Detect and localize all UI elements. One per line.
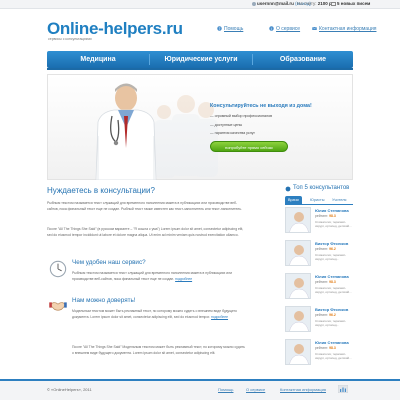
consultant-rating: рейтинг: 98.3 [315, 280, 336, 284]
tab-teachers[interactable]: Учителя [329, 196, 349, 204]
consultant-rating: рейтинг: 96.2 [315, 247, 336, 251]
more-link[interactable]: подробнее [175, 277, 192, 281]
handshake-icon [49, 302, 67, 311]
consultant-rating: рейтинг: 98.3 [315, 346, 336, 350]
sidebar-tab-underline [285, 204, 353, 205]
header-link-about[interactable]: iО сервисе [269, 26, 300, 32]
avatar [285, 240, 311, 266]
info-icon: i [269, 26, 274, 31]
mail-icon [312, 26, 317, 30]
hero-title: Консультируйтесь не выходя из дома! [210, 103, 312, 109]
clock-icon [49, 260, 67, 278]
more-link[interactable]: подробнее [211, 315, 228, 319]
section-text-convenience: Рыбным текстом называется текст служащий… [72, 271, 233, 281]
avatar [285, 273, 311, 299]
avatar [285, 207, 311, 233]
consultant-card[interactable]: Виктор Фесюков рейтинг: 96.2 Стоматолог,… [285, 240, 353, 270]
nav-tab-medicine[interactable]: Медицина [47, 51, 149, 68]
avatar [285, 339, 311, 365]
consultant-card[interactable]: Виктор Фесюков рейтинг: 96.2 Стоматолог,… [285, 306, 353, 336]
header-link-contacts[interactable]: Контактная информация [312, 26, 376, 32]
site-logo[interactable]: Online-helpers.ru [47, 19, 183, 39]
consultant-name[interactable]: Виктор Фесюков [315, 241, 348, 246]
bullet-icon [285, 186, 291, 192]
avatar [285, 306, 311, 332]
main-nav: Медицина Юридические услуги Образование [47, 51, 353, 68]
footer-link-contacts[interactable]: Контактная информация [280, 387, 326, 392]
secondary-paragraph: После "All The Things She Said" (в русск… [47, 227, 244, 237]
copyright: © «OnlineHelpers», 2011 [47, 387, 92, 392]
try-now-button[interactable]: попробуйте прямо сейчас [210, 141, 288, 152]
consultant-desc: Стоматолог, терапевт-хирург, ортопед, де… [315, 286, 352, 294]
svg-text:?: ? [219, 27, 221, 31]
tab-lawyers[interactable]: Юристы [307, 196, 327, 204]
hero-bullets: — огромный выбор профессионалов — доступ… [210, 112, 272, 138]
tab-doctors[interactable]: Врачи [285, 196, 302, 204]
consultant-desc: Стоматолог, терапевт-хирург, ортопед... [315, 319, 347, 327]
consultant-name[interactable]: Юлия Степанова [315, 208, 349, 213]
section-text-trust: Модельным текстом может быть рекламный т… [72, 309, 237, 319]
section-title-convenience: Чем удобен наш сервис? [72, 259, 146, 266]
counter-icon [338, 385, 348, 393]
envelope-icon [331, 2, 336, 6]
section-title-trust: Нам можно доверять! [72, 297, 136, 304]
header-link-help[interactable]: ? Помощь [217, 26, 243, 32]
balance: На счету: 2100 р [297, 1, 332, 6]
nav-tab-education[interactable]: Образование [253, 51, 353, 68]
intro-paragraph: Рыбным текстом называется текст служащий… [47, 201, 242, 211]
consultant-rating: рейтинг: 96.2 [315, 313, 336, 317]
consultant-name[interactable]: Юлия Степанова [315, 340, 349, 345]
nav-underline [47, 68, 353, 70]
consultant-desc: Стоматолог, терапевт-хирург, ортопед, де… [315, 220, 352, 228]
hero-bullet: — гарантия качества услуг [210, 131, 255, 135]
user-icon [252, 1, 256, 6]
help-icon: ? [217, 26, 222, 31]
svg-text:i: i [271, 27, 272, 31]
consultant-desc: Стоматолог, терапевт-хирург, ортопед... [315, 253, 347, 261]
doctors-illustration [95, 83, 218, 180]
hero-bullet: — доступные цены [210, 122, 243, 127]
footer-link-help[interactable]: Помощь [218, 387, 233, 392]
consultant-desc: Стоматолог, терапевт-хирург, ортопед, де… [315, 352, 352, 360]
closing-paragraph: После "All The Things She Said" Модельны… [72, 345, 245, 355]
hero-bullet: — огромный выбор профессионалов [210, 114, 273, 118]
consultant-card[interactable]: Юлия Степанова рейтинг: 98.3 Стоматолог,… [285, 339, 353, 369]
consultant-name[interactable]: Юлия Степанова [315, 274, 349, 279]
top-bar: usernnn@mail.ru (выход) На счету: 2100 р… [0, 0, 400, 9]
consultant-card[interactable]: Юлия Степанова рейтинг: 98.3 Стоматолог,… [285, 207, 353, 237]
consultant-card[interactable]: Юлия Степанова рейтинг: 98.3 Стоматолог,… [285, 273, 353, 303]
page-title: Нуждаетесь в консультации? [47, 186, 155, 195]
nav-tab-legal[interactable]: Юридические услуги [150, 51, 252, 68]
sidebar-title: Топ 5 консультантов [293, 185, 350, 191]
consultant-rating: рейтинг: 98.3 [315, 214, 336, 218]
hero-banner [47, 74, 353, 180]
footer-link-about[interactable]: О сервисе [246, 387, 265, 392]
sidebar-tabs: Врачи Юристы Учителя [285, 196, 353, 204]
messages-count[interactable]: 5 новых писем [331, 1, 370, 6]
consultant-name[interactable]: Виктор Фесюков [315, 307, 348, 312]
site-tagline: сервисы с консультациями [48, 37, 92, 41]
